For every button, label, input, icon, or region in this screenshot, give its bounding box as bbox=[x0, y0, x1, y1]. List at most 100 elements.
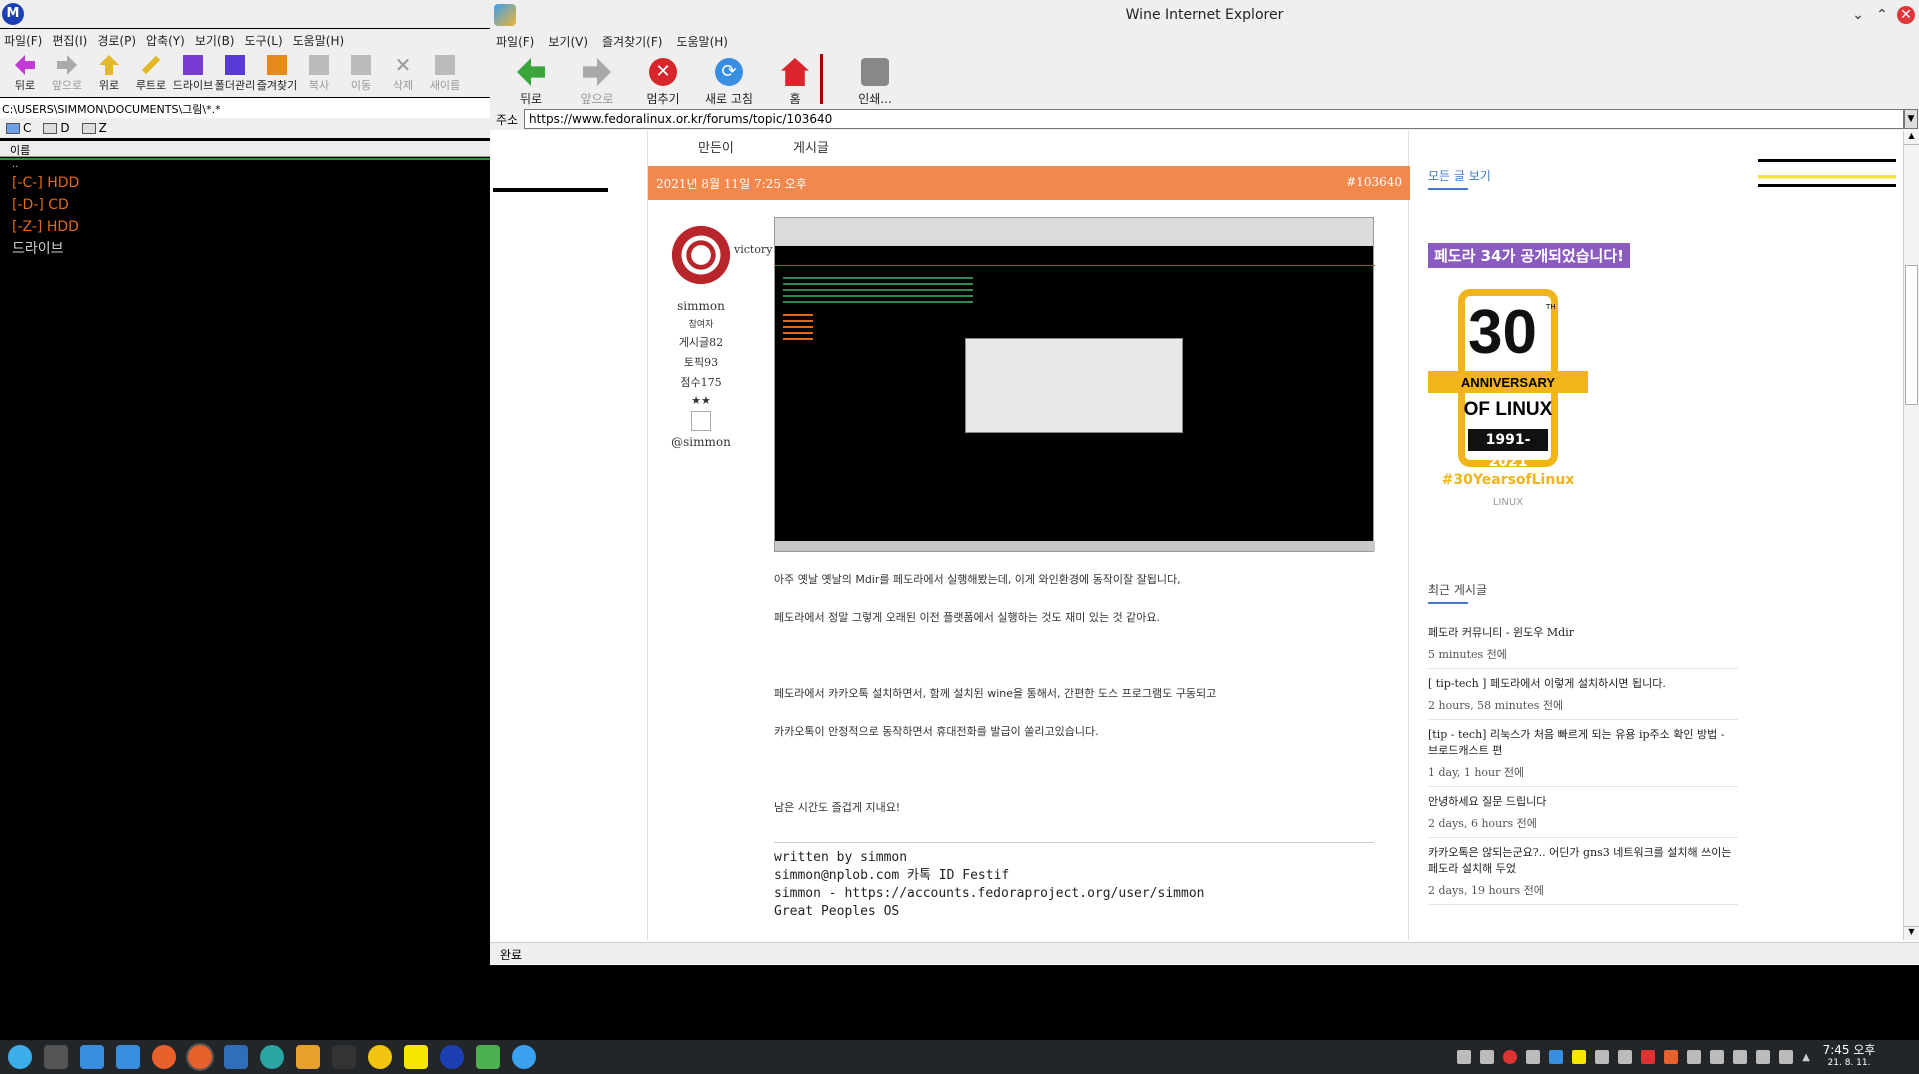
ie-menu-favorites[interactable]: 즐겨찾기(F) bbox=[602, 33, 662, 50]
firefox-icon[interactable] bbox=[152, 1045, 176, 1069]
fm-menu-help[interactable]: 도움말(H) bbox=[293, 32, 345, 49]
tray-icon[interactable] bbox=[1480, 1050, 1495, 1064]
fm-list-item[interactable]: [-Z-] HDD bbox=[0, 216, 490, 238]
tray-icon[interactable] bbox=[1457, 1050, 1472, 1064]
recent-post-item[interactable]: 안녕하세요 질문 드립니다 2 days, 6 hours 전에 bbox=[1428, 787, 1738, 838]
ie-menu-file[interactable]: 파일(F) bbox=[496, 33, 534, 50]
fm-parent-entry[interactable]: .. bbox=[0, 160, 490, 172]
fm-favorites-button[interactable]: 즐겨찾기 bbox=[256, 51, 298, 97]
fm-drive-c[interactable]: C bbox=[6, 121, 31, 135]
recent-post-item[interactable]: [ tip-tech ] 페도라에서 이렇게 설치하시면 됩니다. 2 hours… bbox=[1428, 669, 1738, 720]
fm-list-item[interactable]: [-D-] CD bbox=[0, 194, 490, 216]
chevron-down-icon[interactable]: ▼ bbox=[1904, 109, 1918, 129]
linux-30-anniversary-logo[interactable]: 30 TH ANNIVERSARY OF LINUX 1991-2021 #30… bbox=[1428, 289, 1588, 509]
fm-delete-button[interactable]: ✕ 삭제 bbox=[382, 51, 424, 97]
fm-move-button[interactable]: 이동 bbox=[340, 51, 382, 97]
left-divider bbox=[493, 188, 608, 192]
minimize-icon[interactable]: ⌄ bbox=[1849, 6, 1867, 24]
tab-posts[interactable]: 게시글 bbox=[793, 137, 829, 156]
fm-list-item[interactable]: [-C-] HDD bbox=[0, 172, 490, 194]
tray-icon[interactable] bbox=[1572, 1050, 1587, 1064]
ie-back-button[interactable]: 뒤로 bbox=[498, 52, 564, 108]
fedora-release-banner[interactable]: 페도라 34가 공개되었습니다! bbox=[1428, 243, 1630, 268]
mdir-logo-icon: M bbox=[2, 3, 24, 25]
folder-icon[interactable] bbox=[116, 1045, 140, 1069]
ie-window-title: Wine Internet Explorer bbox=[1125, 7, 1284, 23]
tray-icon[interactable] bbox=[1664, 1050, 1679, 1064]
maximize-icon[interactable]: ⌃ bbox=[1873, 6, 1891, 24]
app-icon[interactable] bbox=[296, 1045, 320, 1069]
author-handle[interactable]: @simmon bbox=[656, 435, 746, 449]
fm-menu-compress[interactable]: 압축(Y) bbox=[146, 32, 185, 49]
ie-print-button[interactable]: 인쇄... bbox=[842, 52, 908, 108]
scroll-thumb[interactable] bbox=[1905, 265, 1918, 405]
recent-post-item[interactable]: 페도라 커뮤니티 - 윈도우 Mdir 5 minutes 전에 bbox=[1428, 618, 1738, 669]
fm-list-item[interactable]: 드라이브 bbox=[0, 238, 490, 260]
terminal-icon[interactable] bbox=[332, 1045, 356, 1069]
tab-author[interactable]: 만든이 bbox=[698, 137, 734, 156]
author-name[interactable]: simmon bbox=[656, 299, 746, 313]
clock[interactable]: 7:45 오후 21. 8. 11. bbox=[1819, 1044, 1879, 1070]
post-screenshot-image[interactable] bbox=[774, 217, 1375, 552]
volume-icon[interactable] bbox=[1756, 1050, 1771, 1064]
scroll-down-icon[interactable]: ▼ bbox=[1904, 926, 1919, 940]
sidebar-heading[interactable]: 모든 글 보기 bbox=[1428, 167, 1491, 184]
anniv-years: 1991-2021 bbox=[1468, 429, 1548, 470]
delete-icon: ✕ bbox=[394, 53, 412, 77]
system-settings-icon[interactable] bbox=[44, 1045, 68, 1069]
clipboard-icon[interactable] bbox=[1710, 1050, 1725, 1064]
tray-icon[interactable] bbox=[1526, 1050, 1541, 1064]
app-launcher-icon[interactable] bbox=[8, 1045, 32, 1069]
tray-icon[interactable] bbox=[1641, 1050, 1656, 1064]
fm-rename-button[interactable]: 새이름 bbox=[424, 51, 466, 97]
fm-folder-manage-button[interactable]: 폴더관리 bbox=[214, 51, 256, 97]
fm-up-button[interactable]: 위로 bbox=[88, 51, 130, 97]
fm-menu-tools[interactable]: 도구(L) bbox=[245, 32, 283, 49]
fm-column-header[interactable]: 이름 bbox=[0, 141, 490, 157]
emoji-icon[interactable] bbox=[368, 1045, 392, 1069]
ie-forward-button[interactable]: 앞으로 bbox=[564, 52, 630, 108]
arduino-icon[interactable] bbox=[260, 1045, 284, 1069]
scroll-up-icon[interactable]: ▲ bbox=[1904, 131, 1919, 145]
address-input[interactable] bbox=[524, 109, 1904, 129]
fm-copy-button[interactable]: 복사 bbox=[298, 51, 340, 97]
ie-refresh-button[interactable]: ⟳ 새로 고침 bbox=[696, 52, 762, 108]
ie-home-button[interactable]: 홈 bbox=[762, 52, 828, 108]
fm-menu-path[interactable]: 경로(P) bbox=[97, 32, 136, 49]
fm-menu-view[interactable]: 보기(B) bbox=[195, 32, 235, 49]
fm-menu-file[interactable]: 파일(F) bbox=[4, 32, 42, 49]
recent-post-item[interactable]: 카카오톡은 않되는군요?.. 어딘가 gns3 네트워크를 설치해 쓰이는 페도… bbox=[1428, 838, 1738, 905]
fm-menu-edit[interactable]: 편집(I) bbox=[52, 32, 87, 49]
app-icon[interactable] bbox=[476, 1045, 500, 1069]
firefox-active-icon[interactable] bbox=[186, 1043, 214, 1071]
recent-post-item[interactable]: [tip - tech] 리눅스가 처음 빠르게 되는 유용 ip주소 확인 방… bbox=[1428, 720, 1738, 787]
files-icon[interactable] bbox=[80, 1045, 104, 1069]
ie-vertical-scrollbar[interactable]: ▲ ▼ bbox=[1903, 131, 1919, 940]
fm-back-button[interactable]: 뒤로 bbox=[4, 51, 46, 97]
internet-explorer-icon[interactable] bbox=[512, 1045, 536, 1069]
writer-icon[interactable] bbox=[224, 1045, 248, 1069]
fm-forward-button[interactable]: 앞으로 bbox=[46, 51, 88, 97]
fm-root-button[interactable]: 루트로 bbox=[130, 51, 172, 97]
kakaotalk-icon[interactable] bbox=[404, 1045, 428, 1069]
fm-drive-z[interactable]: Z bbox=[81, 121, 107, 135]
ie-menu-help[interactable]: 도움말(H) bbox=[676, 33, 728, 50]
battery-icon[interactable] bbox=[1779, 1050, 1794, 1064]
document-icon[interactable] bbox=[691, 411, 711, 431]
fm-drive-button[interactable]: 드라이브 bbox=[172, 51, 214, 97]
author-rank: 참여자 bbox=[688, 320, 714, 330]
tray-icon[interactable] bbox=[1503, 1050, 1518, 1064]
tray-icon[interactable] bbox=[1549, 1050, 1564, 1064]
ie-menu-view[interactable]: 보기(V) bbox=[548, 33, 588, 50]
tray-icon[interactable] bbox=[1687, 1050, 1702, 1064]
ie-stop-button[interactable]: ✕ 멈추기 bbox=[630, 52, 696, 108]
close-icon[interactable]: ✕ bbox=[1897, 6, 1915, 24]
tray-expand-icon[interactable]: ▲ bbox=[1802, 1052, 1810, 1063]
mdir-icon[interactable] bbox=[440, 1045, 464, 1069]
network-icon[interactable] bbox=[1733, 1050, 1748, 1064]
tray-icon[interactable] bbox=[1618, 1050, 1633, 1064]
tray-icon[interactable] bbox=[1595, 1050, 1610, 1064]
avatar[interactable] bbox=[667, 221, 735, 289]
post-id-link[interactable]: #103640 bbox=[1346, 175, 1402, 191]
fm-drive-d[interactable]: D bbox=[43, 121, 70, 135]
